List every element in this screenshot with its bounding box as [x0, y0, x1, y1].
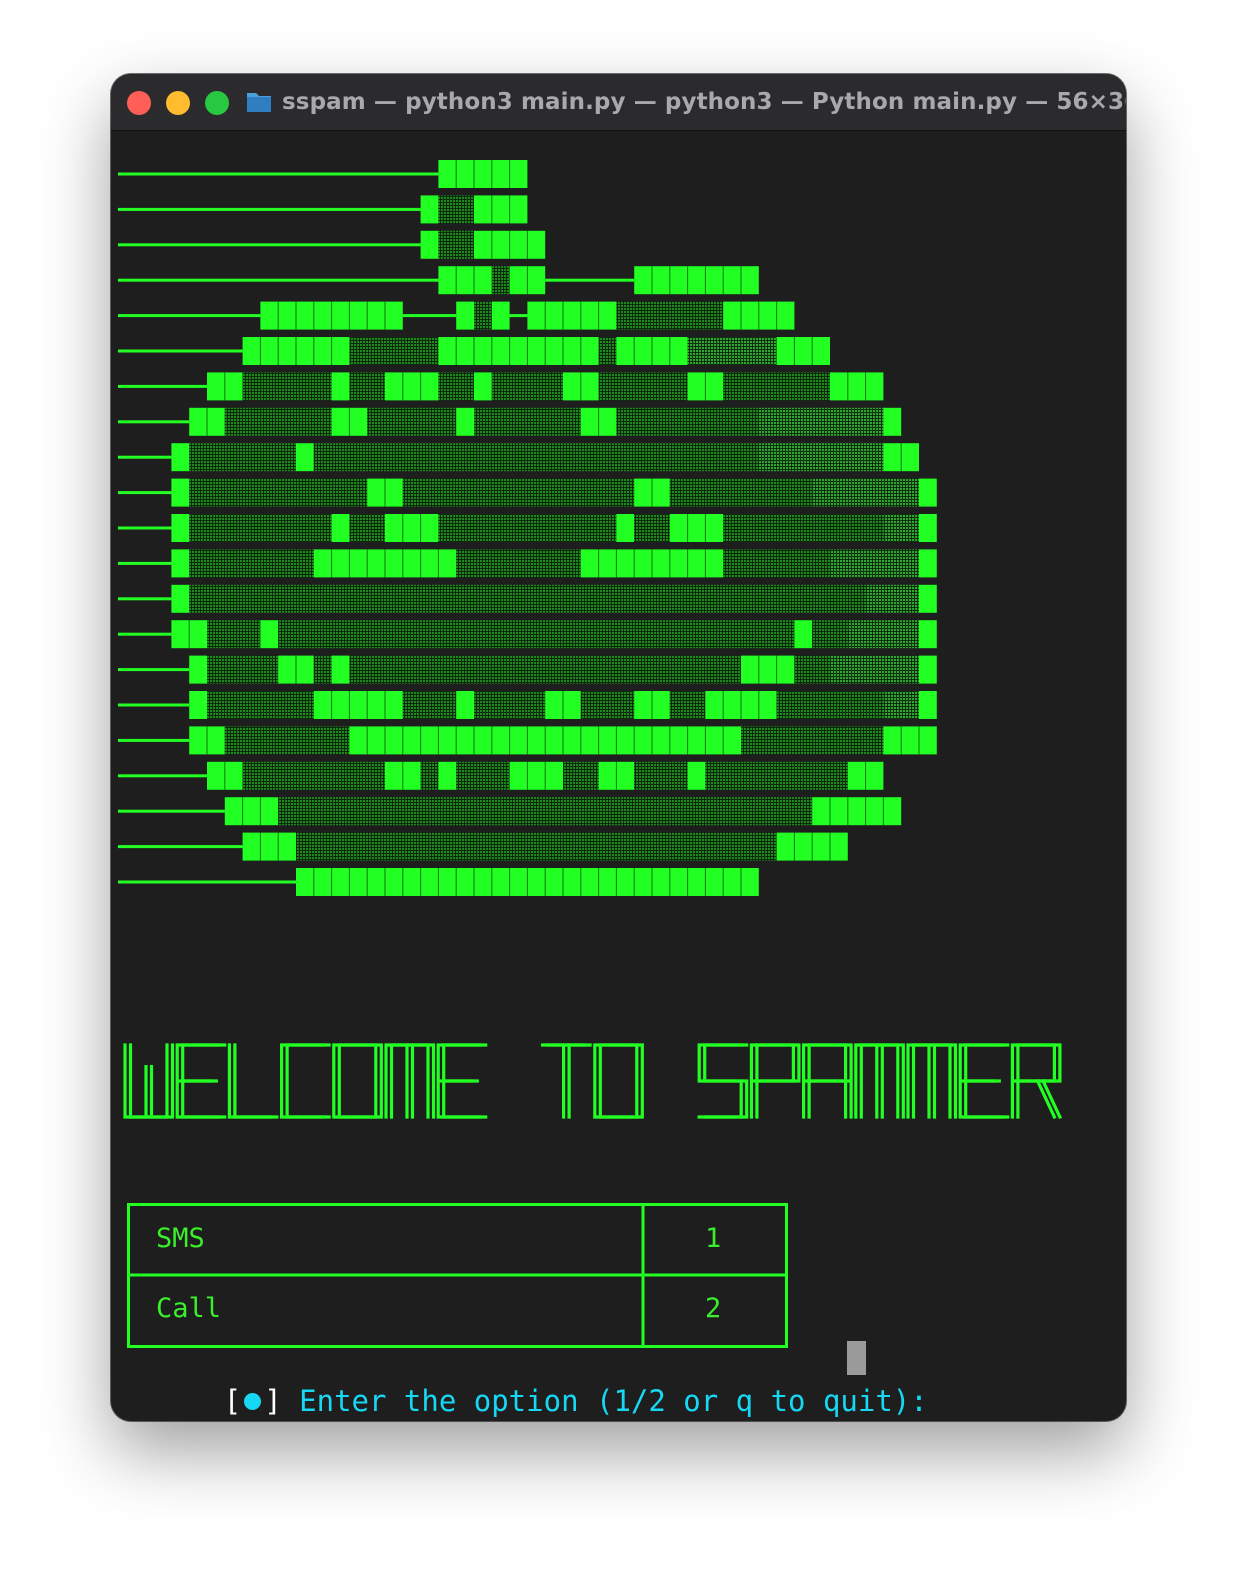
banner-letter — [699, 1045, 747, 1117]
window-title: sspam — python3 main.py — python3 — Pyth… — [282, 89, 1126, 115]
banner-letter — [125, 1045, 173, 1117]
close-button[interactable] — [127, 91, 151, 115]
menu-label-sms: SMS — [156, 1223, 205, 1254]
banner-letter — [177, 1045, 225, 1117]
banner-letter — [908, 1045, 956, 1117]
banner-letter — [543, 1045, 591, 1117]
welcome-banner — [111, 131, 1126, 1191]
menu-table: SMS 1 Call 2 — [127, 1203, 788, 1348]
banner-letter — [960, 1045, 1008, 1117]
banner-letter — [229, 1045, 277, 1117]
bullet-dot-icon — [244, 1392, 262, 1410]
prompt-text: Enter the option (1/2 or q to quit): — [299, 1384, 928, 1418]
banner-letter — [804, 1045, 852, 1117]
input-prompt: [] Enter the option (1/2 or q to quit): — [119, 1341, 928, 1418]
table-borders — [127, 1203, 788, 1348]
text-cursor[interactable] — [847, 1341, 866, 1375]
terminal-content[interactable]: SMS 1 Call 2 [] Enter the option (1/2 or… — [111, 131, 1126, 1421]
menu-value-call: 2 — [705, 1293, 722, 1324]
zoom-button[interactable] — [205, 91, 229, 115]
prompt-bracket-open: [ — [223, 1384, 242, 1418]
terminal-window: sspam — python3 main.py — python3 — Pyth… — [111, 74, 1126, 1421]
banner-letter — [386, 1045, 434, 1117]
folder-icon — [247, 93, 271, 112]
banner-letter — [751, 1045, 799, 1117]
banner-letter — [438, 1045, 486, 1117]
banner-letter — [856, 1045, 904, 1117]
banner-letter — [595, 1045, 643, 1117]
minimize-button[interactable] — [166, 91, 190, 115]
title-bar[interactable]: sspam — python3 main.py — python3 — Pyth… — [111, 74, 1126, 131]
menu-label-call: Call — [156, 1293, 222, 1324]
banner-letter — [334, 1045, 382, 1117]
banner-letter — [1012, 1045, 1060, 1117]
prompt-bracket-close: ] — [264, 1384, 282, 1418]
menu-value-sms: 1 — [705, 1223, 722, 1254]
banner-letter — [282, 1045, 330, 1117]
